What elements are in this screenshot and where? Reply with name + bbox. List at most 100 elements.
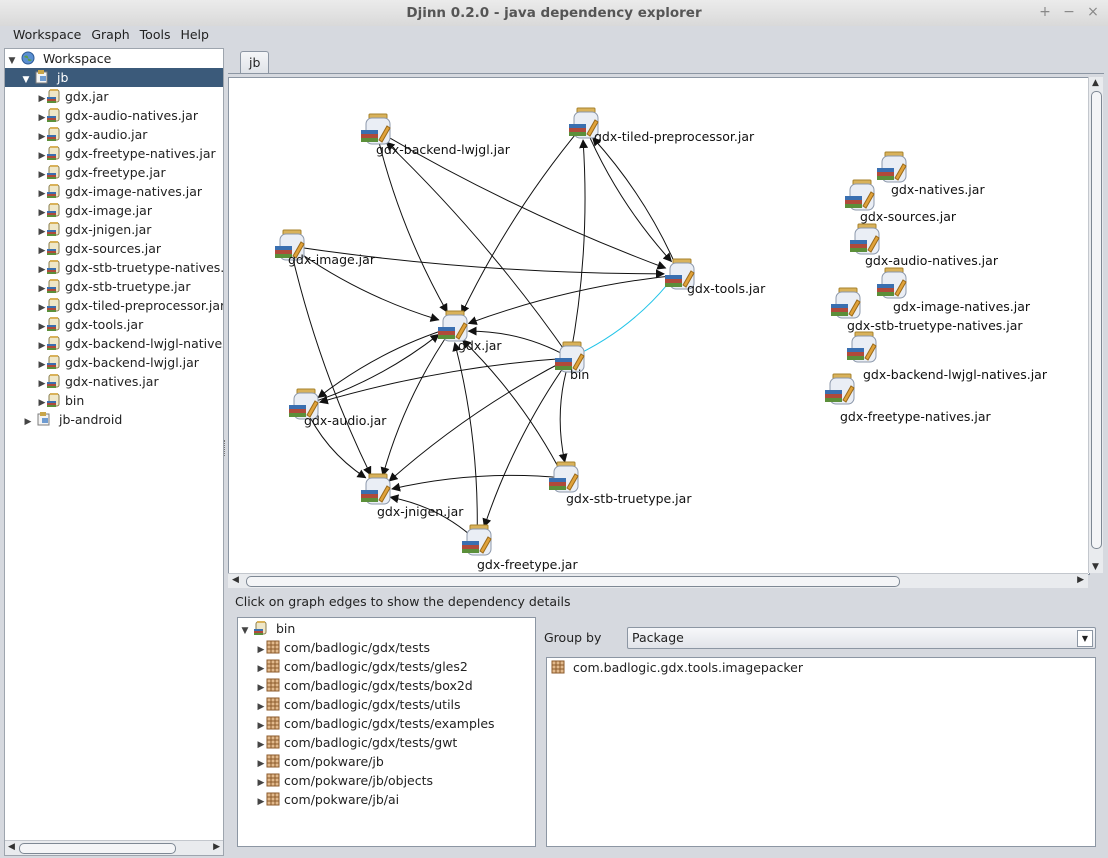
tree-item-jar[interactable]: ▶ gdx-freetype.jar [37, 163, 166, 182]
minimize-button[interactable]: − [1062, 4, 1076, 20]
scroll-left-arrow-icon[interactable]: ◀ [232, 575, 239, 585]
graph-node[interactable] [847, 331, 877, 363]
tree-root-bin[interactable]: ▼ bin [240, 619, 295, 638]
graph-node[interactable] [438, 310, 468, 342]
tree-root-workspace[interactable]: ▼ Workspace [7, 49, 112, 68]
graph-edge[interactable] [318, 357, 571, 405]
tree-item-jar[interactable]: ▶ gdx-jnigen.jar [37, 220, 151, 239]
tree-item-jar[interactable]: ▶ gdx-natives.jar [37, 372, 159, 391]
graph-node[interactable] [845, 179, 875, 211]
graph-edge[interactable] [385, 141, 571, 359]
graph-canvas[interactable]: gdx-backend-lwjgl.jar gdx-tiled-preproces… [229, 78, 1087, 572]
graph-node-label: gdx-audio-natives.jar [865, 253, 999, 268]
graph-edge[interactable] [391, 474, 565, 492]
tree-item-jar[interactable]: ▶ gdx-backend-lwjgl.jar [37, 353, 199, 372]
tree-item-jar[interactable]: ▶ gdx-image.jar [37, 201, 152, 220]
tree-item-jar[interactable]: ▶ gdx.jar [37, 87, 109, 106]
tree-item-jar[interactable]: ▶ gdx-image-natives.jar [37, 182, 202, 201]
package-tree-item[interactable]: ▶ com/badlogic/gdx/tests/utils [256, 695, 461, 714]
scroll-left-arrow-icon[interactable]: ◀ [8, 842, 15, 852]
tree-item-jar[interactable]: ▶ gdx-sources.jar [37, 239, 161, 258]
book-icon [361, 494, 378, 498]
package-tree-item[interactable]: ▶ com/pokware/jb/ai [256, 790, 400, 812]
graph-edge[interactable] [591, 136, 681, 276]
package-tree-item[interactable]: ▶ com/badlogic/gdx/tests [256, 638, 431, 657]
tree-item-jar[interactable]: ▶ gdx-freetype-natives.jar [37, 144, 216, 163]
graph-node[interactable] [825, 373, 855, 405]
package-list-item[interactable]: com.badlogic.gdx.tools.imagepacker [551, 658, 803, 677]
graph-node[interactable] [361, 113, 391, 145]
book-icon [361, 490, 378, 494]
collapse-arrow-icon[interactable]: ▼ [21, 71, 31, 90]
tree-item-jar[interactable]: ▶ bin [37, 391, 84, 410]
package-icon [266, 659, 280, 673]
tree-item-jar[interactable]: ▶ gdx-stb-truetype-natives.jar [37, 258, 223, 277]
scroll-down-arrow-icon[interactable]: ▼ [1092, 562, 1099, 572]
graph-edge[interactable] [569, 139, 589, 359]
menu-tools[interactable]: Tools [137, 26, 174, 44]
tree-horizontal-scrollbar[interactable]: ◀ ▶ [5, 840, 223, 855]
tree-label: gdx-tools.jar [65, 317, 144, 332]
tree-item-jar[interactable]: ▶ gdx-audio-natives.jar [37, 106, 198, 125]
scrollbar-thumb[interactable] [1091, 91, 1102, 549]
graph-vertical-scrollbar[interactable]: ▲ ▼ [1088, 77, 1103, 573]
graph-node[interactable] [462, 524, 492, 556]
graph-edge[interactable] [375, 129, 448, 313]
expand-arrow-icon[interactable]: ▶ [256, 793, 266, 812]
collapse-arrow-icon[interactable]: ▼ [240, 622, 250, 641]
scrollbar-thumb[interactable] [246, 576, 900, 587]
graph-node-label: gdx-image-natives.jar [893, 299, 1031, 314]
maximize-button[interactable]: + [1038, 4, 1052, 20]
dependency-graph[interactable]: gdx-backend-lwjgl.jar gdx-tiled-preproces… [228, 77, 1090, 575]
tree-label: jb [56, 70, 69, 85]
graph-node[interactable] [877, 151, 907, 183]
graph-edge[interactable] [303, 333, 440, 406]
graph-edge[interactable] [569, 284, 668, 359]
expand-arrow-icon[interactable]: ▶ [23, 413, 33, 432]
package-tree-item[interactable]: ▶ com/badlogic/gdx/tests/examples [256, 714, 495, 733]
package-tree-item[interactable]: ▶ com/badlogic/gdx/tests/box2d [256, 676, 473, 695]
scrollbar-thumb[interactable] [19, 843, 176, 854]
tree-item-jar[interactable]: ▶ gdx-stb-truetype.jar [37, 277, 190, 296]
menu-workspace[interactable]: Workspace [10, 26, 84, 44]
tab-jb[interactable]: jb [240, 51, 270, 74]
package-icon [551, 660, 565, 674]
scroll-right-arrow-icon[interactable]: ▶ [1077, 575, 1084, 585]
tree-item-jar[interactable]: ▶ gdx-audio.jar [37, 125, 147, 144]
book-icon [361, 130, 378, 134]
tree-item-jar[interactable]: ▶gdx-backend-lwjgl-natives.jar [37, 334, 223, 353]
graph-edge[interactable] [467, 274, 681, 325]
graph-node[interactable] [361, 473, 391, 505]
package-tree-item[interactable]: ▶ com/badlogic/gdx/tests/gles2 [256, 657, 468, 676]
book-icon [825, 390, 842, 394]
tree-project-jb-android[interactable]: ▶ jb-android [23, 410, 122, 429]
graph-edge[interactable] [317, 326, 454, 399]
menu-graph[interactable]: Graph [88, 26, 132, 44]
tree-project-jb[interactable]: ▼ jb [5, 68, 223, 87]
package-label: com/badlogic/gdx/tests/gwt [284, 735, 458, 750]
package-tree-item[interactable]: ▶ com/badlogic/gdx/tests/gwt [256, 733, 458, 752]
package-tree-item[interactable]: ▶ com/pokware/jb/objects [256, 771, 434, 790]
package-label: com/badlogic/gdx/tests/utils [284, 697, 461, 712]
scroll-up-arrow-icon[interactable]: ▲ [1092, 78, 1099, 88]
graph-node[interactable] [877, 267, 907, 299]
close-button[interactable]: × [1086, 4, 1100, 20]
graph-node[interactable] [831, 287, 861, 319]
package-tree-item[interactable]: ▶ com/pokware/jb [256, 752, 384, 771]
graph-edge[interactable] [388, 357, 571, 482]
group-by-select[interactable]: Package ▼ [627, 627, 1096, 649]
graph-edge[interactable] [461, 339, 565, 479]
graph-edge[interactable] [558, 357, 571, 463]
graph-node[interactable] [850, 223, 880, 255]
jar-icon [47, 165, 60, 179]
graph-edge[interactable] [482, 357, 571, 528]
scroll-right-arrow-icon[interactable]: ▶ [213, 842, 220, 852]
book-icon [569, 132, 586, 136]
jar-icon [47, 146, 60, 160]
menu-help[interactable]: Help [177, 26, 212, 44]
dropdown-arrow-icon[interactable]: ▼ [1077, 630, 1093, 647]
graph-horizontal-scrollbar[interactable]: ◀ ▶ [228, 573, 1088, 588]
tree-item-jar[interactable]: ▶ gdx-tools.jar [37, 315, 143, 334]
graph-edge[interactable] [289, 245, 372, 476]
tree-item-jar[interactable]: ▶ gdx-tiled-preprocessor.jar [37, 296, 223, 315]
